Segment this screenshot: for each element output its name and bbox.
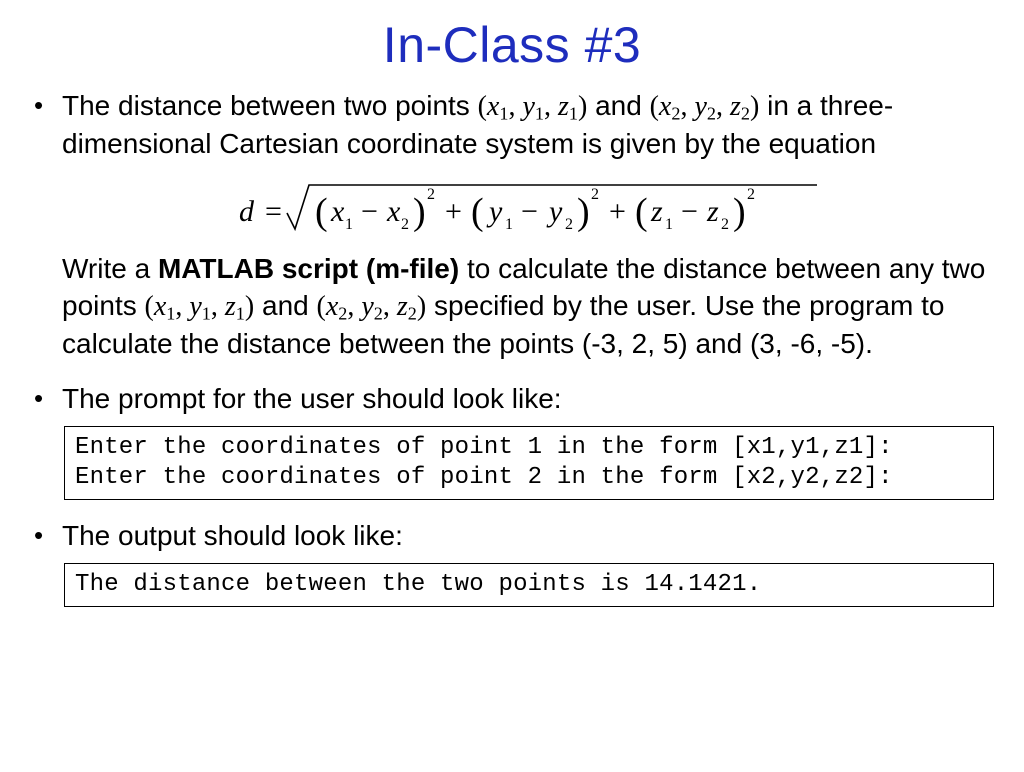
b1-c4: ,	[716, 91, 730, 122]
bullet-1: The distance between two points (x1, y1,…	[62, 88, 996, 363]
eqn-y2s: 2	[565, 216, 573, 233]
b1-p2-open: (	[650, 91, 659, 122]
b1b-p2-close: )	[417, 291, 426, 322]
eqn-x2: x	[386, 195, 401, 228]
b1b-c4: ,	[383, 291, 397, 322]
b1-x1: x	[487, 91, 499, 122]
b1b-p1-open: (	[145, 291, 154, 322]
b1-text-4: Write a	[62, 253, 158, 284]
b1b-z2-sub: 2	[408, 303, 417, 323]
b1b-x2: x	[326, 291, 338, 322]
eqn-sq1: 2	[427, 186, 435, 203]
eqn-z2s: 2	[721, 216, 729, 233]
b1b-p1-close: )	[245, 291, 254, 322]
b1b-c3: ,	[347, 291, 361, 322]
b1-and: and	[587, 90, 649, 121]
eqn-lp2b: (	[471, 191, 484, 233]
eqn-x1s: 1	[345, 216, 353, 233]
eqn-plus1: +	[445, 195, 462, 228]
eqn-eq: =	[265, 195, 282, 228]
b1b-y1: y	[189, 291, 201, 322]
b1b-c1: ,	[175, 291, 189, 322]
eqn-z1: z	[650, 195, 663, 228]
b1-z2: z	[730, 91, 741, 122]
eqn-min2: −	[521, 195, 538, 228]
b1b-y2: y	[361, 291, 373, 322]
b1-z1: z	[558, 91, 569, 122]
b1b-p2-open: (	[317, 291, 326, 322]
bullet-2: The prompt for the user should look like…	[62, 381, 996, 500]
eqn-d: d	[239, 195, 255, 228]
eqn-y2: y	[546, 195, 563, 228]
b1-bold: MATLAB script (m-file)	[158, 253, 459, 284]
eqn-min3: −	[681, 195, 698, 228]
b1-y1: y	[522, 91, 534, 122]
b1-text-1: The distance between two points	[62, 90, 478, 121]
b1-y2-sub: 2	[707, 104, 716, 124]
b1-y1-sub: 1	[535, 104, 544, 124]
b1b-x1: x	[154, 291, 166, 322]
b1b-y2-sub: 2	[374, 303, 383, 323]
b1-y2: y	[694, 91, 706, 122]
eqn-y1s: 1	[505, 216, 513, 233]
eqn-x1: x	[330, 195, 345, 228]
b1b-x2-sub: 2	[338, 303, 347, 323]
b1b-z1: z	[225, 291, 236, 322]
b1-c1: ,	[508, 91, 522, 122]
output-codebox: The distance between the two points is 1…	[64, 563, 994, 607]
eqn-lp1: (	[315, 191, 328, 233]
eqn-plus2: +	[609, 195, 626, 228]
eqn-rp1: )	[413, 191, 426, 233]
b1-second-para: Write a MATLAB script (m-file) to calcul…	[62, 251, 996, 363]
eqn-min1: −	[361, 195, 378, 228]
b1-z1-sub: 1	[569, 104, 578, 124]
b1-z2-sub: 2	[741, 104, 750, 124]
b1b-c2: ,	[211, 291, 225, 322]
b1-x2: x	[659, 91, 671, 122]
eqn-sq3: 2	[747, 186, 755, 203]
b2-text: The prompt for the user should look like…	[62, 383, 562, 414]
b1b-x1-sub: 1	[166, 303, 175, 323]
eqn-sq2: 2	[591, 186, 599, 203]
eqn-rp2: )	[577, 191, 590, 233]
prompt-codebox: Enter the coordinates of point 1 in the …	[64, 426, 994, 500]
b1-c3: ,	[680, 91, 694, 122]
b3-text: The output should look like:	[62, 520, 403, 551]
equation-row: d = ( x 1 − x 2 ) 2 +	[62, 171, 996, 241]
b1-p2-close: )	[750, 91, 759, 122]
b1b-and: and	[254, 290, 316, 321]
b1-c2: ,	[544, 91, 558, 122]
page-title: In-Class #3	[28, 16, 996, 74]
b1-p1-close: )	[578, 91, 587, 122]
b1b-z2: z	[397, 291, 408, 322]
eqn-x2s: 2	[401, 216, 409, 233]
eqn-z1s: 1	[665, 216, 673, 233]
b1b-z1-sub: 1	[236, 303, 245, 323]
eqn-lp3: (	[635, 191, 648, 233]
bullet-list: The distance between two points (x1, y1,…	[28, 88, 996, 607]
b1b-y1-sub: 1	[202, 303, 211, 323]
b1-p1-open: (	[478, 91, 487, 122]
eqn-y1: y	[486, 195, 503, 228]
bullet-3: The output should look like: The distanc…	[62, 518, 996, 607]
distance-equation: d = ( x 1 − x 2 ) 2 +	[239, 171, 819, 241]
eqn-rp3: )	[733, 191, 746, 233]
eqn-z2: z	[706, 195, 719, 228]
